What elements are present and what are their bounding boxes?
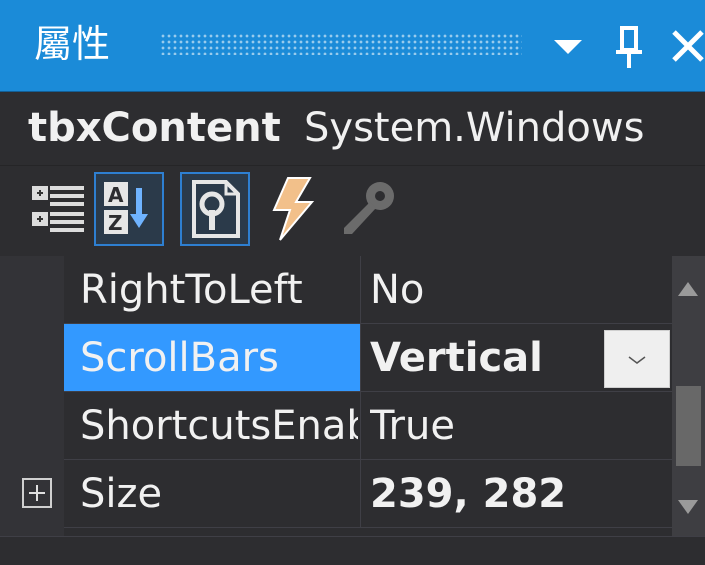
property-value[interactable]: 239, 282 <box>370 460 600 528</box>
scroll-up-button[interactable] <box>672 262 705 322</box>
object-selector[interactable]: tbxContent System.Windows <box>0 92 705 166</box>
window-position-button[interactable] <box>548 22 588 70</box>
events-button[interactable] <box>258 172 328 246</box>
property-row-scrollbars[interactable]: ScrollBars Vertical <box>0 324 672 392</box>
property-value[interactable]: No <box>370 256 600 324</box>
svg-text:Z: Z <box>108 211 123 235</box>
alphabetical-button[interactable]: A Z <box>94 172 164 246</box>
lightning-icon <box>272 177 315 241</box>
property-grid: RightToLeft No ScrollBars Vertical Short… <box>0 256 705 560</box>
close-button[interactable] <box>668 22 705 70</box>
dropdown-arrow-icon <box>554 40 582 54</box>
description-splitter[interactable] <box>0 536 705 565</box>
property-row-shortcutsenabled[interactable]: ShortcutsEnabled True <box>0 392 672 460</box>
object-type: System.Windows <box>304 105 645 151</box>
property-value[interactable]: True <box>370 392 600 460</box>
vertical-scrollbar[interactable] <box>672 256 705 536</box>
value-dropdown-button[interactable] <box>604 330 670 388</box>
expand-icon[interactable] <box>22 478 52 508</box>
scroll-thumb[interactable] <box>676 386 701 466</box>
property-pages-button[interactable] <box>336 172 406 246</box>
sort-az-icon: A Z <box>104 182 148 235</box>
auto-hide-button[interactable] <box>612 22 648 70</box>
triangle-down-icon <box>678 500 698 514</box>
wrench-key-icon <box>344 182 394 234</box>
categorized-icon <box>32 186 84 232</box>
pin-icon <box>616 26 642 68</box>
properties-toolbar: A Z <box>0 166 705 256</box>
property-row-righttoleft[interactable]: RightToLeft No <box>0 256 672 324</box>
chevron-down-icon <box>628 356 646 364</box>
properties-view-button[interactable] <box>180 172 250 246</box>
close-icon <box>672 30 704 62</box>
property-row-size[interactable]: Size 239, 282 <box>0 460 672 528</box>
categorized-button[interactable] <box>26 172 96 246</box>
scroll-down-button[interactable] <box>672 474 705 534</box>
object-name: tbxContent <box>28 105 281 151</box>
property-name: Size <box>80 471 163 517</box>
property-name: ShortcutsEnabled <box>80 403 358 449</box>
svg-text:A: A <box>108 183 124 207</box>
property-name: ScrollBars <box>80 335 279 381</box>
triangle-up-icon <box>678 282 698 296</box>
title-grip[interactable] <box>160 33 522 55</box>
property-name: RightToLeft <box>80 267 303 313</box>
property-value[interactable]: Vertical <box>370 324 600 392</box>
property-page-icon <box>192 180 240 238</box>
properties-title-bar[interactable]: 屬性 <box>0 0 705 92</box>
panel-title: 屬性 <box>34 22 111 66</box>
